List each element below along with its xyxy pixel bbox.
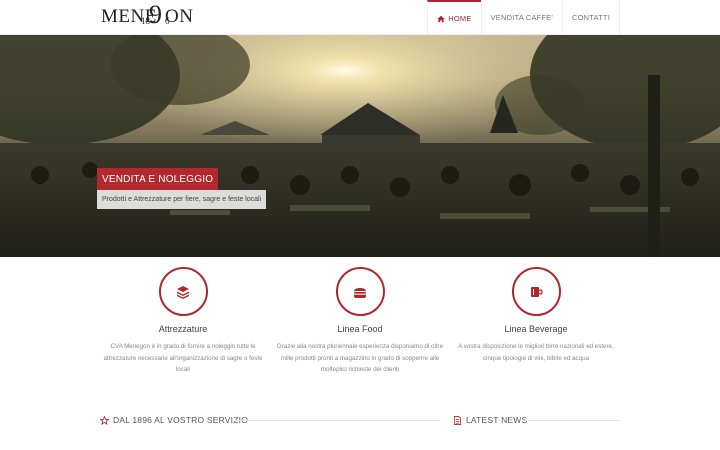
header: MENE 9 18 6 ON HOME VENDITA CAFFE' CONTA… bbox=[0, 0, 720, 35]
feature-attrezzature: Attrezzature CVA Menegon è in grado di f… bbox=[98, 267, 268, 376]
feature-title: Linea Beverage bbox=[504, 324, 568, 334]
nav-item-home[interactable]: HOME bbox=[427, 0, 481, 35]
section-title: LATEST NEWS bbox=[466, 415, 528, 425]
feature-icon-circle[interactable] bbox=[511, 267, 561, 316]
logo-year-a: 18 bbox=[141, 16, 150, 26]
hero-subtitle: Prodotti e Attrezzature per fiere, sagre… bbox=[97, 190, 267, 209]
star-icon bbox=[100, 415, 109, 425]
feature-text: A vostra disposizione le migliori birre … bbox=[458, 343, 614, 362]
feature-linea-food: Linea Food Grazie alla nostra pluriennal… bbox=[275, 267, 445, 376]
nav-item-label: CONTATTI bbox=[572, 13, 610, 22]
mug-icon bbox=[531, 286, 543, 297]
document-icon bbox=[453, 415, 462, 425]
logo-word-right: ON bbox=[165, 6, 194, 27]
stack-icon bbox=[177, 285, 189, 299]
logo[interactable]: MENE 9 18 6 ON bbox=[101, 0, 197, 32]
section-divider bbox=[232, 420, 440, 421]
feature-text: Grazie alla nostra pluriennale esperienz… bbox=[276, 343, 444, 373]
feature-linea-beverage: Linea Beverage A vostra disposizione le … bbox=[451, 267, 621, 364]
feature-icon-circle[interactable] bbox=[158, 267, 208, 316]
nav-item-label: VENDITA CAFFE' bbox=[490, 13, 554, 22]
home-icon bbox=[437, 15, 445, 22]
feature-title: Linea Food bbox=[337, 324, 383, 334]
nav-item-label: HOME bbox=[448, 14, 472, 23]
nav-item-contatti[interactable]: CONTATTI bbox=[562, 0, 620, 35]
feature-text: CVA Menegon è in grado di fornire a nole… bbox=[103, 343, 263, 373]
nav-item-vendita-caffe[interactable]: VENDITA CAFFE' bbox=[480, 0, 562, 35]
main-nav: HOME VENDITA CAFFE' CONTATTI bbox=[427, 0, 620, 35]
feature-icon-circle[interactable] bbox=[335, 267, 385, 316]
section-title: DAL 1896 AL VOSTRO SERVIZIO bbox=[113, 415, 249, 425]
section-divider bbox=[525, 420, 620, 421]
hero-banner: VENDITA E NOLEGGIO Prodotti e Attrezzatu… bbox=[0, 35, 720, 257]
hero-title: VENDITA E NOLEGGIO bbox=[97, 168, 219, 191]
hero-image bbox=[0, 35, 720, 257]
logo-big-digit: 9 bbox=[149, 0, 162, 29]
feature-title: Attrezzature bbox=[158, 324, 208, 334]
section-heading-since-1896: DAL 1896 AL VOSTRO SERVIZIO bbox=[100, 413, 248, 427]
burger-icon bbox=[354, 287, 366, 298]
section-heading-latest-news: LATEST NEWS bbox=[453, 413, 527, 427]
